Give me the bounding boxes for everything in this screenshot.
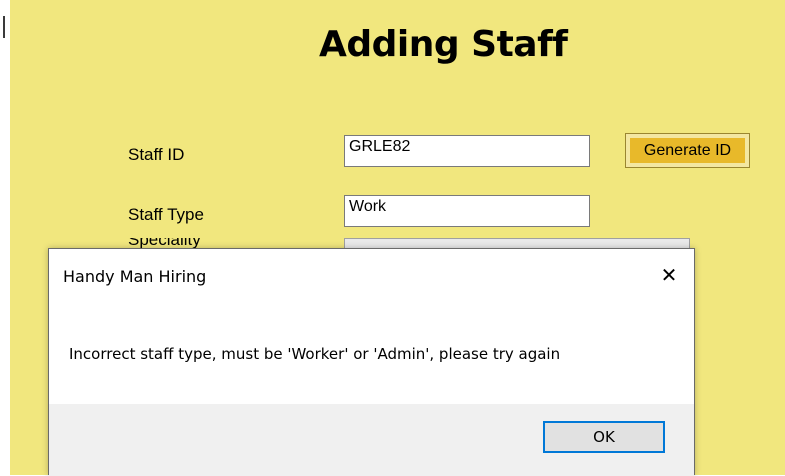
dialog-button-bar: OK bbox=[49, 404, 694, 476]
staff-type-label: Staff Type bbox=[128, 205, 204, 224]
message-dialog: Handy Man Hiring ✕ Incorrect staff type,… bbox=[48, 248, 695, 476]
staff-id-field[interactable]: GRLE82 bbox=[344, 135, 590, 167]
staff-type-field[interactable]: Work bbox=[344, 195, 590, 227]
close-icon[interactable]: ✕ bbox=[653, 261, 685, 289]
window-left-edge bbox=[0, 0, 10, 475]
page-title: Adding Staff bbox=[319, 24, 568, 65]
generate-id-button[interactable]: Generate ID bbox=[625, 133, 750, 168]
staff-id-label: Staff ID bbox=[128, 145, 185, 164]
dialog-message: Incorrect staff type, must be 'Worker' o… bbox=[69, 345, 561, 363]
ok-button[interactable]: OK bbox=[543, 421, 665, 453]
window-edge-marker bbox=[3, 16, 5, 38]
generate-id-button-label: Generate ID bbox=[630, 138, 745, 163]
dialog-title: Handy Man Hiring bbox=[63, 267, 207, 286]
